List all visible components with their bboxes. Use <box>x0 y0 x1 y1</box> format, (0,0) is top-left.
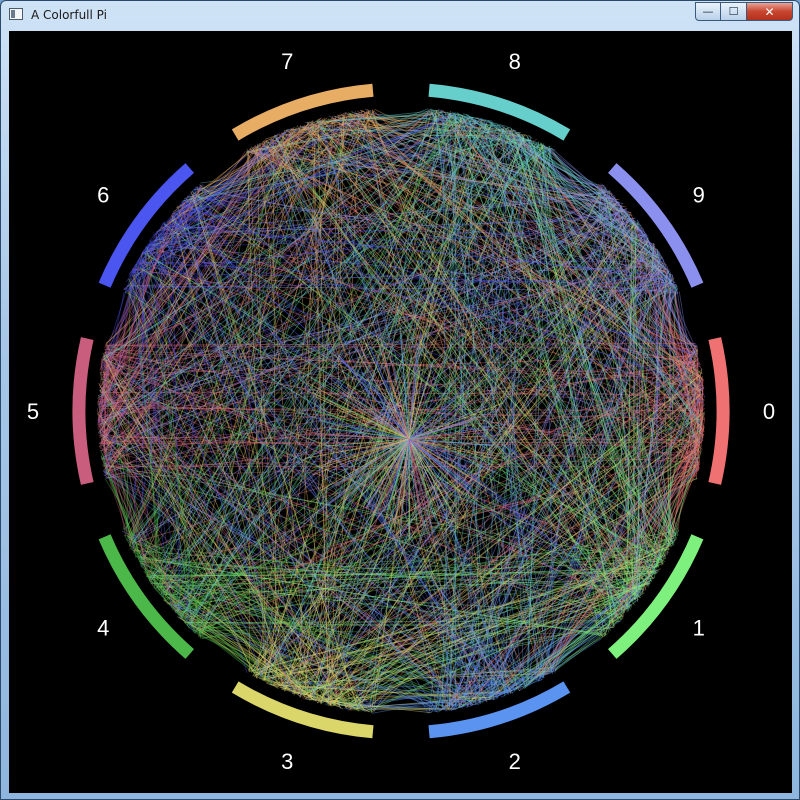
digit-label-3: 3 <box>281 749 293 774</box>
digit-arc-5 <box>72 337 94 485</box>
close-icon: ✕ <box>764 4 775 19</box>
chord-web <box>96 108 706 714</box>
maximize-button[interactable]: ☐ <box>721 2 747 21</box>
canvas-area: 0 1 2 3 4 5 6 7 8 9 <box>9 31 792 793</box>
digit-label-8: 8 <box>509 49 521 74</box>
digit-label-7: 7 <box>281 49 293 74</box>
digit-arc-0 <box>708 337 730 485</box>
digit-label-5: 5 <box>27 399 39 424</box>
minimize-button[interactable]: — <box>695 2 721 21</box>
pi-visualization: 0 1 2 3 4 5 6 7 8 9 <box>27 49 775 774</box>
maximize-icon: ☐ <box>728 5 739 18</box>
window-title: A Colorfull Pi <box>31 8 107 22</box>
close-button[interactable]: ✕ <box>747 2 793 21</box>
digit-label-1: 1 <box>693 615 705 640</box>
app-window: A Colorfull Pi — ☐ ✕ 0 1 2 3 4 5 6 7 8 9 <box>0 0 800 800</box>
digit-label-0: 0 <box>763 399 775 424</box>
title-bar[interactable]: A Colorfull Pi — ☐ ✕ <box>1 1 799 29</box>
minimize-icon: — <box>702 5 714 18</box>
chord-line <box>100 358 103 385</box>
digit-label-6: 6 <box>97 183 109 208</box>
digit-label-4: 4 <box>97 615 109 640</box>
window-controls: — ☐ ✕ <box>695 2 793 22</box>
digit-label-2: 2 <box>509 749 521 774</box>
app-icon[interactable] <box>9 8 23 20</box>
digit-label-9: 9 <box>693 183 705 208</box>
